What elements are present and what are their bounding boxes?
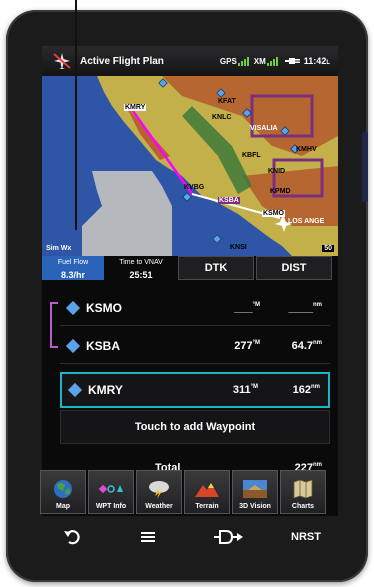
direct-to-icon[interactable] xyxy=(212,524,246,550)
dtk-button[interactable]: DTK xyxy=(178,256,254,280)
waypoint-dtk: 277°M xyxy=(234,339,260,352)
tile-terrain[interactable]: Terrain xyxy=(184,470,230,514)
map-graphic xyxy=(42,76,338,256)
time-to-vnav-field[interactable]: Time to VNAV 25:51 xyxy=(106,256,176,280)
map-label-knsi: KNSI xyxy=(230,244,247,251)
tile-label: Weather xyxy=(145,503,173,510)
add-waypoint-button[interactable]: Touch to add Waypoint xyxy=(60,410,330,444)
waypoint-dist: 64.7nm xyxy=(291,339,322,352)
clock: 11:42L xyxy=(304,56,330,66)
map-label-kvbg: KVBG xyxy=(184,184,205,191)
callout-pointer-line xyxy=(75,0,77,230)
3d-vision-icon xyxy=(242,478,268,500)
nrst-button[interactable]: NRST xyxy=(286,524,326,550)
tile-label: Terrain xyxy=(195,503,219,510)
map-label-kfat: KFAT xyxy=(218,98,236,105)
tile-label: WPT Info xyxy=(95,503,127,510)
tile-3d-vision[interactable]: 3D Vision xyxy=(232,470,278,514)
map-label-kpmd: KPMD xyxy=(270,188,291,195)
menu-icon[interactable] xyxy=(136,524,160,550)
waypoint-diamond-icon xyxy=(65,300,81,315)
time-to-vnav-value: 25:51 xyxy=(129,270,153,280)
map-label-knid: KMHV xyxy=(296,146,317,153)
waypoint-dist: 162nm xyxy=(292,384,320,396)
tile-label: Map xyxy=(56,503,70,510)
app-tiles: Map WPT Info Weather Terrain 3D Vision C… xyxy=(40,470,330,518)
terrain-icon xyxy=(194,478,220,500)
waypoint-row-kmry[interactable]: KMRY 311°M 162nm xyxy=(60,372,330,408)
dist-button[interactable]: DIST xyxy=(256,256,332,280)
moving-map[interactable]: KMRY KFAT KNLC VISALIA KBFL KMHV KNID KV… xyxy=(42,76,338,256)
map-label-visalia: VISALIA xyxy=(250,125,278,132)
clock-time: 11:42 xyxy=(303,56,327,66)
power-plug-icon xyxy=(284,56,301,66)
waypoint-dtk: ___°M xyxy=(234,301,260,314)
gps-status: GPS XM xyxy=(220,56,282,66)
map-label-los-angeles: LOS ANGE xyxy=(288,218,325,225)
xm-signal-icon xyxy=(266,56,278,66)
back-arrow-icon[interactable] xyxy=(60,524,84,550)
map-label-ksmo: KSMO xyxy=(262,210,285,217)
map-label-kmhv: KNID xyxy=(268,168,286,175)
time-to-vnav-label: Time to VNAV xyxy=(119,259,163,266)
waypoint-row-ksmo[interactable]: KSMO ___°M ____nm xyxy=(60,290,330,326)
map-label-ksba: KSBA xyxy=(218,197,240,204)
airplane-icon xyxy=(50,50,74,72)
gps-device: Active Flight Plan GPS XM 11:42L KMRY KF… xyxy=(6,10,368,582)
screen: Active Flight Plan GPS XM 11:42L KMRY KF… xyxy=(42,46,338,516)
waypoint-diamond-icon xyxy=(65,338,81,353)
fuel-flow-label: Fuel Flow xyxy=(57,259,89,266)
gps-label: GPS xyxy=(219,56,237,66)
waypoint-name: KSBA xyxy=(86,338,121,353)
weather-icon xyxy=(146,478,172,500)
charts-icon xyxy=(290,478,316,500)
data-bar: Fuel Flow 8.3/hr Time to VNAV 25:51 DTK … xyxy=(42,256,338,282)
waypoint-name: KSMO xyxy=(86,300,122,315)
status-bar: Active Flight Plan GPS XM 11:42L xyxy=(42,46,338,76)
fuel-flow-value: 8.3/hr xyxy=(60,270,85,280)
waypoint-info-icon xyxy=(98,478,124,500)
tile-label: 3D Vision xyxy=(239,503,271,510)
tile-label: Charts xyxy=(291,503,315,510)
gps-signal-icon xyxy=(237,56,249,66)
map-range[interactable]: 50 xyxy=(322,245,334,252)
tile-weather[interactable]: Weather xyxy=(136,470,182,514)
fuel-flow-field[interactable]: Fuel Flow 8.3/hr xyxy=(42,256,104,280)
waypoint-row-ksba[interactable]: KSBA 277°M 64.7nm xyxy=(60,328,330,364)
active-leg-bracket xyxy=(50,302,58,348)
tile-wpt-info[interactable]: WPT Info xyxy=(88,470,134,514)
map-label-knlc: KNLC xyxy=(212,114,232,121)
waypoint-dist: ____nm xyxy=(288,301,322,314)
clock-suffix: L xyxy=(326,60,330,66)
xm-label: XM xyxy=(253,56,266,66)
map-label-kmry: KMRY xyxy=(124,104,147,111)
map-label-kbfl: KBFL xyxy=(242,152,261,159)
sim-wx-label: Sim Wx xyxy=(46,245,72,252)
waypoint-name: KMRY xyxy=(88,383,123,397)
bottom-nav: NRST xyxy=(40,524,330,550)
waypoint-diamond-icon xyxy=(67,382,83,398)
waypoint-dtk: 311°M xyxy=(232,384,258,396)
tile-charts[interactable]: Charts xyxy=(280,470,326,514)
page-title: Active Flight Plan xyxy=(80,55,164,67)
tile-map[interactable]: Map xyxy=(40,470,86,514)
map-icon xyxy=(50,478,76,500)
side-knob[interactable] xyxy=(362,132,368,202)
